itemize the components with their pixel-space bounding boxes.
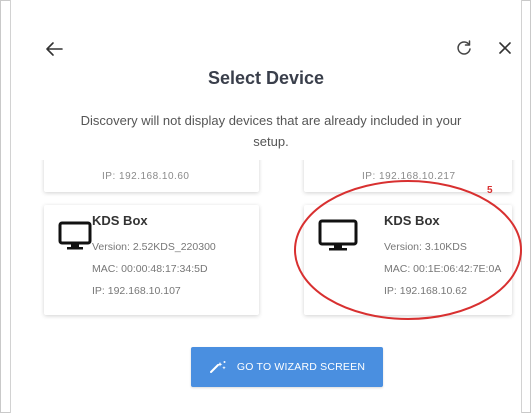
device-mac: MAC: 00:1E:06:42:7E:0A (384, 263, 502, 275)
arrow-left-icon (46, 42, 63, 56)
dialog-title: Select Device (207, 68, 325, 88)
close-button[interactable] (492, 35, 518, 61)
monitor-icon (58, 221, 92, 250)
annotation-number: 5 (487, 185, 493, 196)
device-card[interactable]: KDS Box Version: 3.10KDS MAC: 00:1E:06:4… (304, 205, 512, 315)
device-name: KDS Box (92, 213, 148, 228)
refresh-button[interactable] (451, 35, 477, 61)
magic-wand-icon (209, 361, 226, 373)
device-ip: IP: 192.168.10.107 (92, 285, 181, 297)
device-ip: IP: 192.168.10.62 (384, 285, 467, 297)
dialog-subtitle: Discovery will not display devices that … (80, 113, 462, 149)
device-version: Version: 3.10KDS (384, 241, 467, 253)
close-icon (499, 42, 511, 54)
device-ip-partial: IP: 192.168.10.60 (102, 171, 190, 182)
device-mac: MAC: 00:00:48:17:34:5D (92, 263, 208, 275)
go-to-wizard-button[interactable]: GO TO WIZARD SCREEN (191, 347, 383, 387)
device-card-partial-left[interactable]: IP: 192.168.10.60 (44, 160, 259, 192)
go-to-wizard-label: GO TO WIZARD SCREEN (236, 361, 366, 373)
device-name: KDS Box (384, 213, 440, 228)
device-list[interactable]: IP: 192.168.10.60 IP: 192.168.10.217 KDS… (36, 160, 516, 350)
device-ip-partial: IP: 192.168.10.217 (362, 171, 456, 182)
device-card[interactable]: KDS Box Version: 2.52KDS_220300 MAC: 00:… (44, 205, 259, 315)
device-card-partial-right[interactable]: IP: 192.168.10.217 (304, 160, 512, 192)
select-device-dialog: Select Device Discovery will not display… (10, 0, 522, 413)
monitor-icon (318, 219, 358, 251)
back-button[interactable] (41, 36, 67, 62)
refresh-icon (457, 40, 471, 55)
device-version: Version: 2.52KDS_220300 (92, 241, 216, 253)
